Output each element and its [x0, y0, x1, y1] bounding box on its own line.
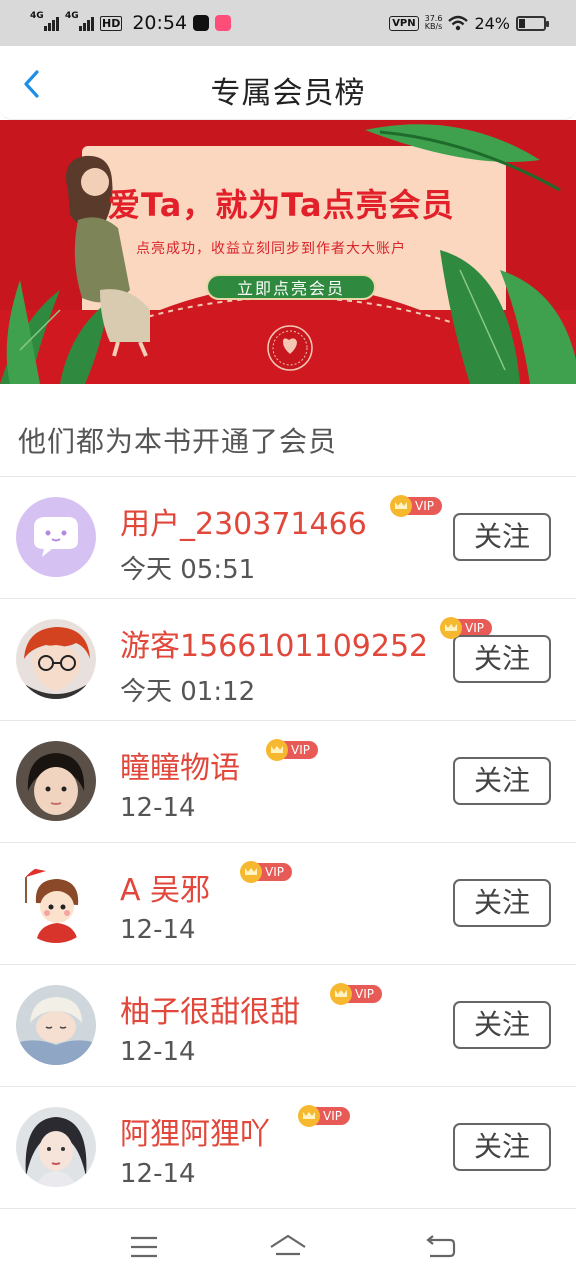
- vip-badge: VIP: [240, 861, 292, 883]
- status-bar: 4G 4G HD 20:54 VPN 37.6 KB/s 24%: [0, 0, 576, 46]
- home-button[interactable]: [268, 1230, 308, 1264]
- battery-fill: [519, 18, 525, 28]
- vip-badge: VIP: [298, 1105, 350, 1127]
- follow-button[interactable]: 关注: [453, 1001, 551, 1049]
- crown-icon: [298, 1105, 320, 1127]
- home-icon: [270, 1234, 306, 1256]
- crown-icon: [440, 617, 462, 639]
- member-name[interactable]: A 吴邪: [120, 865, 210, 909]
- network-type-2: 4G: [65, 11, 79, 21]
- menu-icon: [131, 1236, 157, 1258]
- list-item[interactable]: 游客1566101109252 VIP 今天 01:12 关注: [0, 599, 576, 721]
- speed-unit: KB/s: [424, 22, 443, 31]
- banner-headline: 爱Ta，就为Ta点亮会员: [108, 186, 455, 224]
- ancient-style-girl-avatar: [16, 1107, 96, 1187]
- system-navigation-bar: [0, 1212, 576, 1280]
- member-time: 12-14: [120, 793, 196, 823]
- network-type: 4G: [30, 11, 44, 21]
- vip-badge: VIP: [330, 983, 382, 1005]
- promo-banner[interactable]: 爱Ta，就为Ta点亮会员 点亮成功，收益立刻同步到作者大大账户 立即点亮会员: [0, 120, 576, 384]
- banner-subtext: 点亮成功，收益立刻同步到作者大大账户: [136, 241, 406, 257]
- member-name[interactable]: 用户_230371466: [120, 499, 367, 543]
- tiktok-icon: [193, 15, 210, 31]
- member-name[interactable]: 阿狸阿狸吖: [120, 1109, 270, 1153]
- member-time: 12-14: [120, 1159, 196, 1189]
- follow-button[interactable]: 关注: [453, 513, 551, 561]
- member-time: 12-14: [120, 1037, 196, 1067]
- avatar[interactable]: [16, 863, 96, 943]
- hd-badge: HD: [100, 15, 123, 31]
- network-speed: 37.6 KB/s: [425, 15, 443, 31]
- battery-percent: 24%: [474, 13, 510, 33]
- vip-badge: VIP: [390, 495, 442, 517]
- avatar[interactable]: [16, 741, 96, 821]
- nav-bar: 专属会员榜: [0, 46, 576, 120]
- list-item[interactable]: A 吴邪 VIP 12-14 关注: [0, 843, 576, 965]
- child-photo-avatar: [16, 741, 96, 821]
- menu-button[interactable]: [125, 1230, 165, 1264]
- clock: 20:54: [132, 12, 188, 34]
- crown-icon: [330, 983, 352, 1005]
- sleeping-boy-avatar: [16, 985, 96, 1065]
- signal-icon-2: 4G: [65, 11, 94, 31]
- vip-badge: VIP: [266, 739, 318, 761]
- follow-button[interactable]: 关注: [453, 635, 551, 683]
- follow-button[interactable]: 关注: [453, 879, 551, 927]
- member-name[interactable]: 瞳瞳物语: [120, 743, 240, 787]
- vpn-badge: VPN: [389, 15, 419, 31]
- avatar[interactable]: [16, 1107, 96, 1187]
- battery-icon: [516, 15, 549, 31]
- follow-button[interactable]: 关注: [453, 757, 551, 805]
- member-name[interactable]: 柚子很甜很甜: [120, 987, 300, 1031]
- member-list: 用户_230371466 VIP 今天 05:51 关注 游客156610110…: [0, 477, 576, 1209]
- signal-icon: 4G: [30, 11, 59, 31]
- crown-icon: [390, 495, 412, 517]
- follow-button[interactable]: 关注: [453, 1123, 551, 1171]
- crown-icon: [266, 739, 288, 761]
- status-left: 4G 4G HD 20:54: [30, 11, 232, 34]
- cartoon-girl-avatar: [16, 863, 96, 943]
- light-up-membership-button[interactable]: 立即点亮会员: [206, 274, 376, 300]
- chat-bubble-avatar-icon: [16, 497, 96, 577]
- list-item[interactable]: 用户_230371466 VIP 今天 05:51 关注: [0, 477, 576, 599]
- status-right: VPN 37.6 KB/s 24%: [389, 13, 549, 33]
- avatar[interactable]: [16, 985, 96, 1065]
- wifi-icon: [448, 15, 469, 31]
- member-time: 12-14: [120, 915, 196, 945]
- list-item[interactable]: 阿狸阿狸吖 VIP 12-14 关注: [0, 1087, 576, 1209]
- list-item[interactable]: 柚子很甜很甜 VIP 12-14 关注: [0, 965, 576, 1087]
- member-time: 今天 05:51: [120, 555, 256, 585]
- avatar[interactable]: [16, 619, 96, 699]
- back-icon: [426, 1235, 456, 1258]
- member-name[interactable]: 游客1566101109252: [120, 621, 428, 665]
- avatar[interactable]: [16, 497, 96, 577]
- app-notification-icon: [215, 15, 232, 31]
- section-title: 他们都为本书开通了会员: [18, 425, 338, 458]
- back-nav-button[interactable]: [420, 1230, 460, 1264]
- anime-avatar-image: [16, 619, 96, 699]
- page-title: 专属会员榜: [210, 76, 366, 111]
- crown-icon: [240, 861, 262, 883]
- member-time: 今天 01:12: [120, 677, 256, 707]
- list-item[interactable]: 瞳瞳物语 VIP 12-14 关注: [0, 721, 576, 843]
